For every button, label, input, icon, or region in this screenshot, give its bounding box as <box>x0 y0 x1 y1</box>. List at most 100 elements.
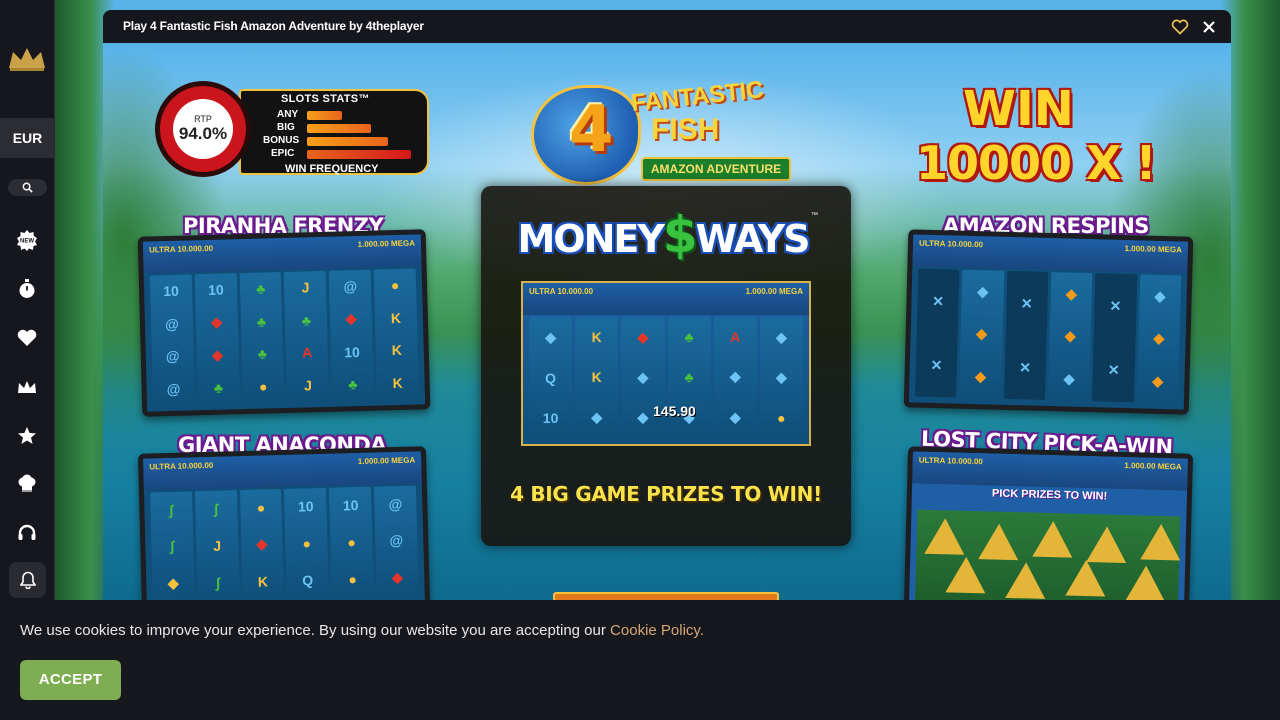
rtp-dial: RTP 94.0% <box>173 99 233 159</box>
svg-text:NEW: NEW <box>20 239 34 245</box>
reel: ◆ ◆ ● <box>759 317 803 438</box>
shot-header-right: 1.000.00 MEGA <box>745 287 803 296</box>
reel: ♣ ♣ ◆ <box>667 317 711 438</box>
stats-title: SLOTS STATS™ <box>281 93 370 105</box>
shot-header-left: ULTRA 10.000.00 <box>918 455 983 467</box>
continue-button[interactable] <box>553 592 779 600</box>
shot-header-right: 1.000.00 MEGA <box>357 238 416 250</box>
money-ways-left: MONEY <box>517 217 664 261</box>
new-games-button[interactable]: NEW <box>15 228 39 252</box>
notifications-button[interactable] <box>9 562 46 598</box>
rtp-value: 94.0% <box>178 124 228 143</box>
pyramid-icon[interactable] <box>1032 520 1074 558</box>
reel: ∫ J ∫ <box>194 490 240 600</box>
accept-button[interactable]: ACCEPT <box>20 660 121 700</box>
close-icon[interactable] <box>1200 18 1218 36</box>
shot-header-right: 1.000.00 MEGA <box>357 455 416 467</box>
reel: 10 ● ● <box>329 486 374 598</box>
vip-button[interactable] <box>15 375 39 399</box>
reel: ∫ ∫ ◆ <box>149 491 195 600</box>
reel: ◆ ◆ ◆ <box>1136 274 1182 404</box>
crown-logo-icon[interactable] <box>7 44 47 72</box>
shot-header-left: ULTRA 10.000.00 <box>529 287 594 296</box>
reel: ◆ Q 10 <box>529 317 573 438</box>
pyramid-icon[interactable] <box>1065 559 1107 597</box>
search-button[interactable] <box>8 179 47 196</box>
stats-footer: WIN FREQUENCY <box>285 163 379 175</box>
logo-fish-word: FISH <box>651 113 720 146</box>
favorite-heart-icon[interactable] <box>1171 18 1189 36</box>
reel: ◆ ◆ ◆ <box>1047 272 1093 402</box>
rtp-label: RTP <box>194 114 212 124</box>
cookie-text: We use cookies to improve your experienc… <box>20 622 704 639</box>
reel: ● K K K <box>373 268 420 400</box>
shot-header-right: 1.000.00 MEGA <box>1124 460 1182 472</box>
stats-label-epic: EPIC <box>271 148 295 159</box>
support-button[interactable] <box>15 521 39 545</box>
trademark: ™ <box>811 212 818 219</box>
reel: K K ◆ <box>575 317 619 438</box>
search-icon <box>22 182 33 193</box>
pyramid-icon[interactable] <box>1086 526 1128 564</box>
shot-header-right: 1.000.00 MEGA <box>1124 243 1183 255</box>
stats-label-bonus: BONUS <box>263 135 300 146</box>
slots-stats: SLOTS STATS™ ANY BIG BONUS EPIC WIN FREQ… <box>155 81 433 181</box>
star-icon <box>18 427 36 444</box>
money-ways-dollar: $ <box>662 206 698 264</box>
stats-bar-epic <box>307 150 411 159</box>
pyramid-icon[interactable] <box>1140 523 1182 561</box>
center-win-amount: 145.90 <box>653 403 696 419</box>
stats-label-big: BIG <box>277 122 295 133</box>
pyramid-icon[interactable] <box>1125 565 1167 600</box>
pyramid-icon[interactable] <box>945 556 987 594</box>
currency-selector[interactable]: EUR <box>0 118 55 158</box>
shot-header: ULTRA 10.000.00 1.000.00 MEGA <box>143 451 422 491</box>
top-games-button[interactable] <box>15 424 39 448</box>
sidebar: EUR NEW <box>0 0 55 600</box>
pyramid-field <box>915 509 1182 600</box>
crown-icon <box>18 381 36 393</box>
shot-header-left: ULTRA 10.000.00 <box>148 243 214 255</box>
reel: @ ◆ 10 ♣ <box>328 269 375 401</box>
headset-icon <box>18 524 36 540</box>
reel: J ♣ A J <box>284 270 330 402</box>
game-canvas[interactable]: SLOTS STATS™ ANY BIG BONUS EPIC WIN FREQ… <box>103 43 1231 600</box>
shot-header: ULTRA 10.000.00 1.000.00 MEGA <box>142 234 422 274</box>
stats-bar-bonus <box>307 137 388 146</box>
pick-prizes-text: PICK PRIZES TO WIN! <box>991 487 1108 503</box>
cookie-banner <box>0 600 1280 720</box>
win-word: WIN <box>963 81 1074 137</box>
stats-label-any: ANY <box>277 109 299 120</box>
reels-grid: ∫ ∫ ◆ ∫ J ∫ ● ◆ K 10 ● Q 10 ● ● @ @ ◆ <box>149 485 419 600</box>
reel: A ◆ ◆ <box>713 317 757 438</box>
favorites-button[interactable] <box>15 326 39 350</box>
reels-grid: ◆ Q 10 K K ◆ ◆ ◆ ◆ ♣ ♣ ◆ A ◆ ◆ ◆ ◆ ● <box>529 317 803 438</box>
center-screenshot: ULTRA 10.000.00 1.000.00 MEGA ◆ Q 10 K K ◆ ◆ ◆… <box>521 281 811 446</box>
stopwatch-icon <box>19 279 35 298</box>
logo-fantastic: FANTASTIC <box>629 76 765 117</box>
money-ways-logo: MONEY$WAYS <box>513 206 813 266</box>
reel: @ @ ◆ <box>374 485 419 597</box>
money-ways-panel: MONEY$WAYS ™ ULTRA 10.000.00 1.000.00 MEG… <box>481 186 851 546</box>
cookie-message: We use cookies to improve your experienc… <box>20 622 611 639</box>
shot-header-left: ULTRA 10.000.00 <box>918 238 984 250</box>
pyramid-icon[interactable] <box>924 517 966 555</box>
game-logo: 4 FANTASTIC FISH AMAZON ADVENTURE <box>531 73 801 193</box>
max-win-banner: WIN 10000 X ! <box>911 81 1171 191</box>
money-ways-right: WAYS <box>695 217 811 261</box>
rtp-badge: RTP 94.0% <box>155 81 251 177</box>
reels-grid: 10 @ @ @ 10 ◆ ◆ ♣ ♣ ♣ ♣ ● J ♣ A J @ ◆ 10 ♣ ● K K K <box>149 268 420 406</box>
shot-header: ULTRA 10.000.00 1.000.00 MEGA <box>523 283 809 315</box>
shot-header: ULTRA 10.000.00 1.000.00 MEGA <box>912 234 1189 274</box>
recent-games-button[interactable] <box>15 277 39 301</box>
feature-screenshot-piranha: ULTRA 10.000.00 1.000.00 MEGA 10 @ @ @ 10 ◆ ◆ ♣… <box>137 229 431 417</box>
chef-button[interactable] <box>15 472 39 496</box>
cookie-policy-link[interactable]: Cookie Policy. <box>610 622 704 639</box>
modal-title: Play 4 Fantastic Fish Amazon Adventure b… <box>123 19 424 33</box>
prizes-text: 4 BIG GAME PRIZES TO WIN! <box>510 482 822 506</box>
heart-icon <box>17 329 37 346</box>
pyramid-icon[interactable] <box>978 523 1020 561</box>
pyramid-icon[interactable] <box>1005 561 1047 599</box>
reel: ✕ ✕ <box>1003 270 1049 400</box>
stats-bar-big <box>307 124 371 133</box>
